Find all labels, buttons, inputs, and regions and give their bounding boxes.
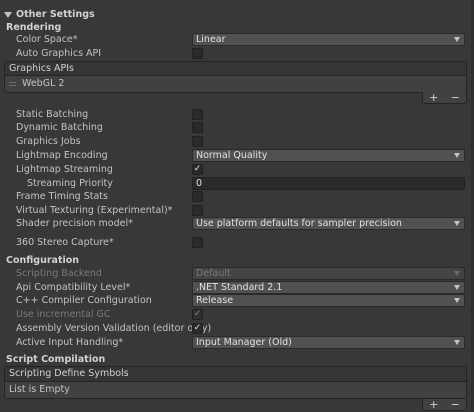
auto-graphics-api-label: Auto Graphics API bbox=[16, 48, 102, 59]
script-compilation-header: Script Compilation bbox=[6, 354, 106, 365]
checkmark-icon: ✓ bbox=[193, 309, 202, 319]
lightmap-encoding-value: Normal Quality bbox=[196, 149, 268, 161]
empty-list-label: List is Empty bbox=[9, 383, 70, 395]
define-symbols-list-header: Scripting Define Symbols bbox=[5, 367, 466, 382]
api-compat-label: Api Compatibility Level* bbox=[16, 282, 131, 293]
other-settings-header[interactable]: Other Settings bbox=[4, 8, 95, 21]
lightmap-encoding-dropdown[interactable]: Normal Quality bbox=[192, 149, 465, 162]
virtual-texturing-checkbox[interactable] bbox=[192, 205, 203, 216]
frame-timing-stats-checkbox[interactable] bbox=[192, 191, 203, 202]
dynamic-batching-checkbox[interactable] bbox=[192, 122, 203, 133]
streaming-priority-label: Streaming Priority bbox=[27, 178, 113, 189]
other-settings-title: Other Settings bbox=[16, 9, 95, 20]
cpp-compiler-dropdown[interactable]: Release bbox=[192, 294, 465, 307]
dynamic-batching-label: Dynamic Batching bbox=[16, 122, 103, 133]
scripting-backend-value: Default bbox=[196, 267, 231, 279]
configuration-header: Configuration bbox=[6, 255, 80, 266]
scripting-define-symbols-list: Scripting Define Symbols List is Empty bbox=[4, 366, 467, 399]
active-input-value: Input Manager (Old) bbox=[196, 336, 292, 348]
foldout-arrow-icon[interactable] bbox=[4, 11, 12, 18]
drag-handle-icon[interactable] bbox=[9, 81, 16, 86]
shader-precision-label: Shader precision model* bbox=[16, 218, 133, 229]
rendering-header: Rendering bbox=[6, 22, 62, 33]
streaming-priority-input[interactable]: 0 bbox=[192, 177, 465, 190]
graphics-apis-header-label: Graphics APIs bbox=[9, 62, 74, 74]
cpp-compiler-label: C++ Compiler Configuration bbox=[16, 295, 152, 306]
chevron-down-icon bbox=[454, 271, 460, 276]
active-input-label: Active Input Handling* bbox=[16, 337, 124, 348]
frame-timing-stats-label: Frame Timing Stats bbox=[16, 191, 108, 202]
active-input-dropdown[interactable]: Input Manager (Old) bbox=[192, 336, 465, 349]
add-item-button[interactable]: + bbox=[429, 398, 438, 411]
graphics-apis-list: Graphics APIs WebGL 2 bbox=[4, 61, 467, 93]
assembly-validation-checkbox[interactable]: ✓ bbox=[192, 323, 203, 334]
chevron-down-icon bbox=[454, 285, 460, 290]
static-batching-checkbox[interactable] bbox=[192, 109, 203, 120]
cpp-compiler-value: Release bbox=[196, 294, 234, 306]
graphics-api-item-label: WebGL 2 bbox=[22, 77, 65, 89]
chevron-down-icon bbox=[454, 37, 460, 42]
chevron-down-icon bbox=[454, 221, 460, 226]
chevron-down-icon bbox=[454, 340, 460, 345]
lightmap-streaming-label: Lightmap Streaming bbox=[16, 164, 113, 175]
stereo-capture-checkbox[interactable] bbox=[192, 237, 203, 248]
chevron-down-icon bbox=[454, 153, 460, 158]
api-compat-dropdown[interactable]: .NET Standard 2.1 bbox=[192, 281, 465, 294]
lightmap-streaming-checkbox[interactable]: ✓ bbox=[192, 164, 203, 175]
streaming-priority-value: 0 bbox=[196, 177, 203, 189]
define-symbols-footer: + − bbox=[422, 398, 467, 411]
empty-list-message: List is Empty bbox=[5, 382, 466, 397]
checkmark-icon: ✓ bbox=[193, 164, 202, 174]
api-compat-value: .NET Standard 2.1 bbox=[196, 281, 283, 293]
chevron-down-icon bbox=[454, 298, 460, 303]
graphics-apis-list-header: Graphics APIs bbox=[5, 62, 466, 76]
list-item[interactable]: WebGL 2 bbox=[5, 76, 466, 91]
shader-precision-dropdown[interactable]: Use platform defaults for sampler precis… bbox=[192, 217, 465, 230]
graphics-jobs-label: Graphics Jobs bbox=[16, 136, 81, 147]
color-space-dropdown[interactable]: Linear bbox=[192, 33, 465, 46]
incremental-gc-checkbox: ✓ bbox=[192, 309, 203, 320]
shader-precision-value: Use platform defaults for sampler precis… bbox=[196, 217, 402, 229]
color-space-value: Linear bbox=[196, 33, 226, 45]
graphics-jobs-checkbox[interactable] bbox=[192, 136, 203, 147]
incremental-gc-label: Use incremental GC bbox=[16, 309, 111, 320]
add-item-button[interactable]: + bbox=[429, 91, 438, 104]
scripting-backend-dropdown: Default bbox=[192, 267, 465, 280]
define-symbols-header-label: Scripting Define Symbols bbox=[9, 368, 129, 379]
checkmark-icon: ✓ bbox=[193, 323, 202, 333]
color-space-label: Color Space* bbox=[16, 34, 78, 45]
virtual-texturing-label: Virtual Texturing (Experimental)* bbox=[16, 205, 173, 216]
auto-graphics-api-checkbox[interactable] bbox=[192, 48, 203, 59]
assembly-validation-label: Assembly Version Validation (editor only… bbox=[16, 323, 212, 334]
stereo-capture-label: 360 Stereo Capture* bbox=[16, 237, 114, 248]
scripting-backend-label: Scripting Backend bbox=[16, 268, 102, 279]
lightmap-encoding-label: Lightmap Encoding bbox=[16, 150, 108, 161]
static-batching-label: Static Batching bbox=[16, 109, 89, 120]
graphics-apis-footer: + − bbox=[422, 91, 467, 104]
remove-item-button[interactable]: − bbox=[451, 91, 460, 104]
remove-item-button[interactable]: − bbox=[451, 398, 460, 411]
